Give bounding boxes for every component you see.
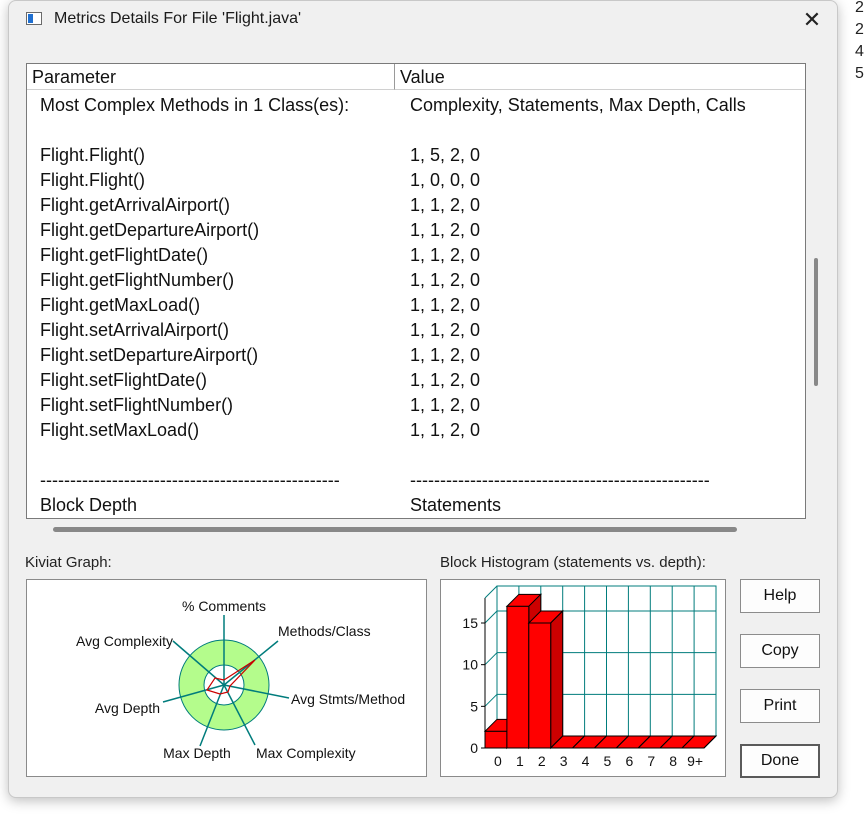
histogram-x-tick-label: 6 [625,753,633,769]
statements-label: Statements [410,495,502,515]
kiviat-graph-panel: % Comments Methods/Class Avg Stmts/Metho… [26,579,427,777]
help-button[interactable]: Help [740,579,820,613]
histogram-x-tick-label: 1 [516,753,524,769]
histogram-bar [527,609,564,750]
histogram-x-tick-label: 2 [538,753,546,769]
metrics-table[interactable]: Parameter Value Most Complex Methods in … [26,63,806,519]
histogram-x-tick-label: 5 [604,753,612,769]
histogram-gridline [484,610,498,624]
window-icon [26,12,42,25]
kiviat-axis-label-avg-stmts: Avg Stmts/Method [291,691,405,707]
kiviat-axis-label-comments: % Comments [182,598,266,614]
histogram-x-tick-label: 8 [669,753,677,769]
histogram-y-tick-label: 15 [462,615,478,631]
histogram-y-tick-label: 0 [470,740,478,756]
histogram-panel: 0 5 10 15 0 1 2 3 4 5 6 7 8 9+ [440,579,726,777]
method-metrics: 1, 1, 2, 0 [410,320,481,340]
histogram-y-tick-label: 10 [462,657,478,673]
histogram-gridline [484,652,498,666]
method-name: Flight.getFlightNumber() [40,270,235,290]
method-metrics: 1, 1, 2, 0 [410,395,481,415]
block-depth-label: Block Depth [40,495,138,515]
method-metrics: 1, 1, 2, 0 [410,370,481,390]
histogram-x-tick-label: 3 [560,753,568,769]
metrics-dialog: Metrics Details For File 'Flight.java' ✕… [8,0,838,798]
method-metrics: 1, 1, 2, 0 [410,220,481,240]
method-metrics: 1, 1, 2, 0 [410,245,481,265]
method-name: Flight.getMaxLoad() [40,295,201,315]
kiviat-axis-label-avg-depth: Avg Depth [95,700,160,716]
done-button[interactable]: Done [740,744,820,778]
title-bar: Metrics Details For File 'Flight.java' ✕ [9,1,837,39]
side-number: 4 [855,43,864,60]
copy-button[interactable]: Copy [740,634,820,668]
method-name: Flight.Flight() [40,170,146,190]
summary-parameter: Most Complex Methods in 1 Class(es): [40,95,350,115]
histogram-gridline [484,693,498,707]
histogram-x-tick-label: 0 [494,753,502,769]
histogram-label: Block Histogram (statements vs. depth): [440,554,706,571]
histogram-y-tick-label: 5 [470,698,478,714]
method-metrics: 1, 1, 2, 0 [410,195,481,215]
method-metrics: 1, 1, 2, 0 [410,345,481,365]
method-metrics: 1, 5, 2, 0 [410,145,481,165]
side-number: 5 [855,65,864,82]
method-name: Flight.setFlightNumber() [40,395,234,415]
separator-line: ----------------------------------------… [40,470,340,490]
method-name: Flight.Flight() [40,145,146,165]
histogram-gridline [484,585,498,599]
kiviat-graph-label: Kiviat Graph: [25,554,112,571]
kiviat-axis-label-max-complexity: Max Complexity [256,745,356,761]
histogram-x-tick-label: 4 [582,753,590,769]
summary-value: Complexity, Statements, Max Depth, Calls [410,95,746,115]
histogram-x-tick-label: 9+ [687,753,703,769]
print-button[interactable]: Print [740,689,820,723]
method-name: Flight.setFlightDate() [40,370,208,390]
method-metrics: 1, 1, 2, 0 [410,420,481,440]
column-header-parameter[interactable]: Parameter [27,64,395,90]
method-name: Flight.getDepartureAirport() [40,220,260,240]
side-number: 2 [855,21,864,38]
method-name: Flight.getFlightDate() [40,245,209,265]
method-metrics: 1, 1, 2, 0 [410,295,481,315]
close-icon[interactable]: ✕ [799,7,825,33]
kiviat-axis-label-methods-class: Methods/Class [278,623,371,639]
method-name: Flight.setDepartureAirport() [40,345,259,365]
kiviat-graph: % Comments Methods/Class Avg Stmts/Metho… [76,598,405,761]
vertical-scrollbar[interactable] [814,258,818,386]
method-name: Flight.setArrivalAirport() [40,320,230,340]
method-metrics: 1, 1, 2, 0 [410,270,481,290]
horizontal-scrollbar[interactable] [53,527,737,532]
window-title: Metrics Details For File 'Flight.java' [54,10,302,27]
kiviat-axis-label-avg-complexity: Avg Complexity [76,633,173,649]
side-number: 2 [855,0,864,16]
method-metrics: 1, 0, 0, 0 [410,170,481,190]
histogram-x-tick-label: 7 [647,753,655,769]
column-header-value[interactable]: Value [395,64,805,90]
kiviat-axis-label-max-depth: Max Depth [163,745,231,761]
method-name: Flight.getArrivalAirport() [40,195,231,215]
separator-line: ----------------------------------------… [410,470,710,490]
method-name: Flight.setMaxLoad() [40,420,200,440]
block-histogram-chart: 0510150 1 2 3 4 5 6 7 8 9+ [462,585,718,769]
